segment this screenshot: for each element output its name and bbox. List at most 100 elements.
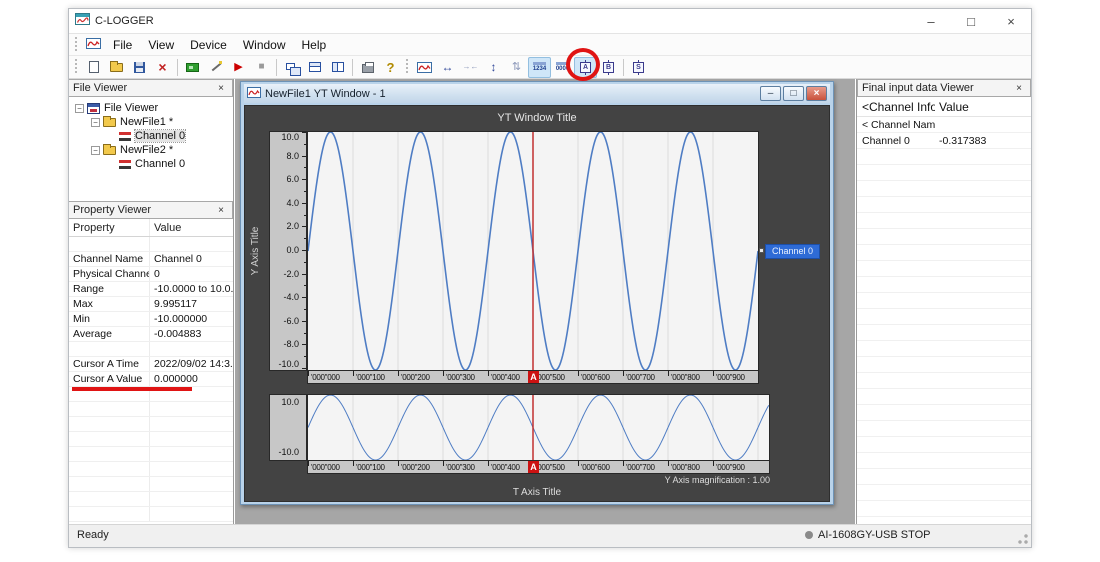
menu-file[interactable]: File xyxy=(105,36,140,54)
toolbar-cascade-windows[interactable] xyxy=(280,57,303,78)
tree-expander-icon[interactable]: − xyxy=(91,146,100,155)
property-empty-row[interactable] xyxy=(69,507,233,522)
yt-restore-button[interactable]: □ xyxy=(783,86,804,101)
final-input-empty-row[interactable] xyxy=(857,405,1031,421)
file-viewer-close-icon[interactable]: × xyxy=(214,83,228,94)
final-input-empty-row[interactable] xyxy=(857,389,1031,405)
property-viewer-close-icon[interactable]: × xyxy=(214,205,228,216)
yt-minimize-button[interactable]: – xyxy=(760,86,781,101)
tree-item-newfile2[interactable]: −NewFile2 * xyxy=(69,143,233,157)
final-input-empty-row[interactable] xyxy=(857,245,1031,261)
property-row[interactable] xyxy=(69,237,233,252)
toolbar-yt-window[interactable] xyxy=(413,57,436,78)
final-input-empty-row[interactable] xyxy=(857,469,1031,485)
tree-item-file-viewer[interactable]: −File Viewer xyxy=(69,101,233,115)
final-input-empty-row[interactable] xyxy=(857,453,1031,469)
toolbar-y-axis-shrink[interactable]: ⇅ xyxy=(505,57,528,78)
property-row[interactable]: Range-10.0000 to 10.0... xyxy=(69,282,233,297)
property-empty-row[interactable] xyxy=(69,387,233,402)
property-empty-row[interactable] xyxy=(69,492,233,507)
property-row[interactable]: Min-10.000000 xyxy=(69,312,233,327)
cursor-a-marker[interactable]: A xyxy=(528,371,539,383)
final-input-empty-row[interactable] xyxy=(857,373,1031,389)
final-input-empty-row[interactable] xyxy=(857,293,1031,309)
final-input-header[interactable]: Final input data Viewer × xyxy=(857,79,1031,97)
toolbar-delete[interactable]: × xyxy=(151,57,174,78)
toolbar-help[interactable]: ? xyxy=(379,57,402,78)
close-button[interactable]: × xyxy=(991,9,1031,33)
property-row[interactable]: Average-0.004883 xyxy=(69,327,233,342)
property-row[interactable]: Channel NameChannel 0 xyxy=(69,252,233,267)
toolbar-save-file[interactable] xyxy=(128,57,151,78)
final-input-empty-row[interactable] xyxy=(857,501,1031,517)
final-input-empty-row[interactable] xyxy=(857,341,1031,357)
resize-grip[interactable] xyxy=(1017,533,1029,545)
property-row[interactable] xyxy=(69,342,233,357)
property-empty-row[interactable] xyxy=(69,447,233,462)
property-row[interactable]: Physical Channel0 xyxy=(69,267,233,282)
property-empty-row[interactable] xyxy=(69,477,233,492)
final-input-close-icon[interactable]: × xyxy=(1012,83,1026,94)
final-input-empty-row[interactable] xyxy=(857,229,1031,245)
final-input-empty-row[interactable] xyxy=(857,357,1031,373)
final-input-empty-row[interactable] xyxy=(857,325,1031,341)
final-input-empty-row[interactable] xyxy=(857,309,1031,325)
property-row[interactable]: Cursor A Time2022/09/02 14:3... xyxy=(69,357,233,372)
toolbar-tile-horizontal[interactable] xyxy=(303,57,326,78)
final-input-empty-row[interactable] xyxy=(857,149,1031,165)
file-viewer-header[interactable]: File Viewer × xyxy=(69,79,233,97)
cursor-a-marker[interactable]: A xyxy=(528,461,539,473)
property-empty-row[interactable] xyxy=(69,462,233,477)
toolbar-new-file[interactable] xyxy=(82,57,105,78)
toolbar-t-axis-shrink[interactable]: →← xyxy=(459,57,482,78)
toolbar-tile-vertical[interactable] xyxy=(326,57,349,78)
yt-close-button[interactable]: × xyxy=(806,86,827,101)
property-viewer-header[interactable]: Property Viewer × xyxy=(69,201,233,219)
toolbar-counter-display[interactable]: 0000 xyxy=(551,57,574,78)
property-empty-row[interactable] xyxy=(69,417,233,432)
property-row[interactable]: Max9.995117 xyxy=(69,297,233,312)
menu-window[interactable]: Window xyxy=(235,36,294,54)
tree-expander-icon[interactable]: − xyxy=(75,104,84,113)
toolbar-stop[interactable]: ■ xyxy=(250,57,273,78)
final-input-empty-row[interactable] xyxy=(857,421,1031,437)
toolbar-device-setting[interactable] xyxy=(181,57,204,78)
final-input-empty-row[interactable] xyxy=(857,165,1031,181)
tree-item-channel-0[interactable]: Channel 0 xyxy=(69,157,233,171)
toolbar-setting[interactable]: S xyxy=(627,57,650,78)
tree-item-newfile1[interactable]: −NewFile1 * xyxy=(69,115,233,129)
tree-item-channel-0[interactable]: Channel 0 xyxy=(69,129,233,143)
menu-device[interactable]: Device xyxy=(182,36,235,54)
toolbar-digital-display[interactable]: 1234 xyxy=(528,57,551,78)
final-input-empty-row[interactable] xyxy=(857,437,1031,453)
final-input-empty-row[interactable] xyxy=(857,277,1031,293)
toolbar-y-axis-expand[interactable]: ↕ xyxy=(482,57,505,78)
toolbar-t-axis-expand[interactable]: ↔ xyxy=(436,57,459,78)
toolbar-diagnostics[interactable] xyxy=(204,57,227,78)
maximize-button[interactable]: □ xyxy=(951,9,991,33)
final-input-row[interactable]: < Channel Name > xyxy=(857,117,1031,133)
property-row[interactable]: Cursor A Value0.000000 xyxy=(69,372,233,387)
final-input-empty-row[interactable] xyxy=(857,261,1031,277)
tree-expander-icon[interactable]: − xyxy=(91,118,100,127)
final-input-empty-row[interactable] xyxy=(857,181,1031,197)
final-input-empty-row[interactable] xyxy=(857,213,1031,229)
property-empty-row[interactable] xyxy=(69,402,233,417)
final-input-empty-row[interactable] xyxy=(857,197,1031,213)
toolbar-cursor-a[interactable]: A xyxy=(574,57,597,78)
channel-badge[interactable]: Channel 0 xyxy=(765,244,820,259)
toolbar-print[interactable] xyxy=(356,57,379,78)
yt-window[interactable]: NewFile1 YT Window - 1 – □ × YT Window T… xyxy=(240,81,834,505)
yt-titlebar[interactable]: NewFile1 YT Window - 1 – □ × xyxy=(244,84,830,103)
final-input-empty-row[interactable] xyxy=(857,485,1031,501)
minimize-button[interactable]: – xyxy=(911,9,951,33)
menu-view[interactable]: View xyxy=(140,36,182,54)
final-input-row[interactable]: Channel 0-0.317383 xyxy=(857,133,1031,149)
toolbar-open-file[interactable] xyxy=(105,57,128,78)
menu-help[interactable]: Help xyxy=(294,36,335,54)
property-empty-row[interactable] xyxy=(69,432,233,447)
toolbar-start[interactable]: ▶ xyxy=(227,57,250,78)
toolbar-cursor-b[interactable]: B xyxy=(597,57,620,78)
main-plot[interactable] xyxy=(307,131,759,371)
overview-plot[interactable] xyxy=(307,394,770,461)
